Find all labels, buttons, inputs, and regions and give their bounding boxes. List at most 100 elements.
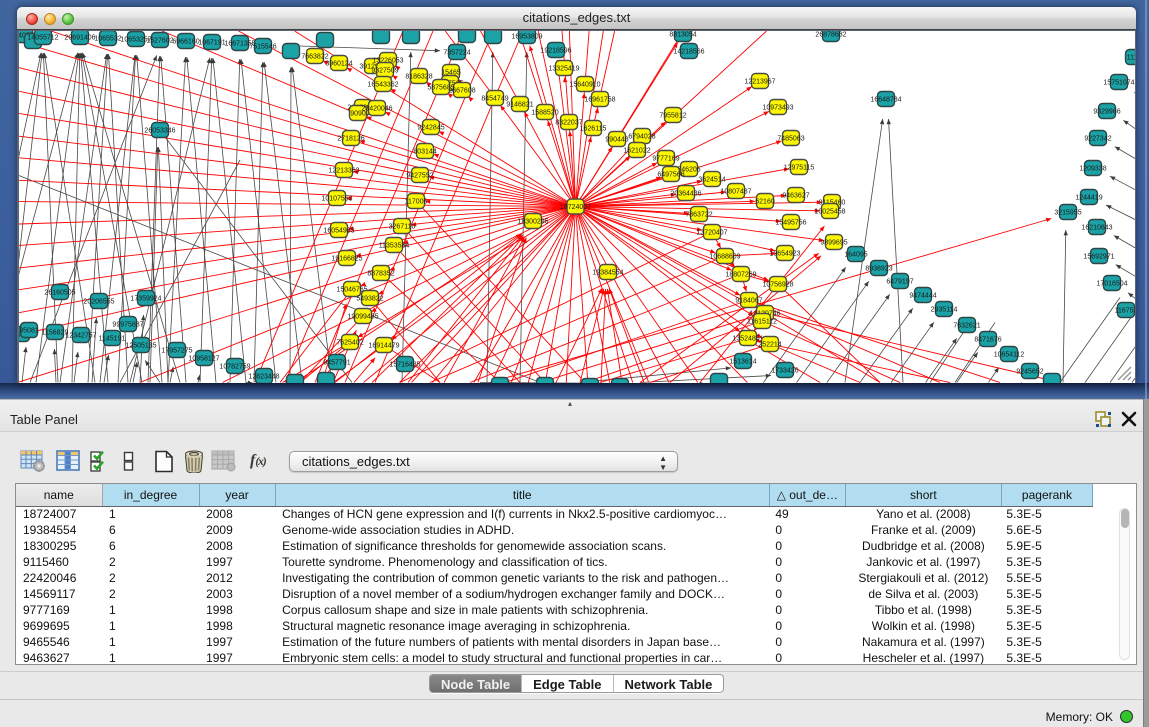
svg-text:16054983: 16054983 (323, 228, 354, 235)
svg-text:1244419: 1244419 (1075, 195, 1102, 202)
svg-text:9463627: 9463627 (782, 193, 809, 200)
svg-text:16914479: 16914479 (368, 343, 399, 350)
svg-text:18724007: 18724007 (560, 204, 591, 211)
svg-text:9146821: 9146821 (506, 102, 533, 109)
svg-text:1112: 1112 (1127, 55, 1135, 62)
svg-text:11615112: 11615112 (747, 319, 777, 326)
svg-text:6966160: 6966160 (172, 39, 199, 46)
svg-text:1626115: 1626115 (580, 126, 607, 133)
svg-text:10654112: 10654112 (994, 352, 1025, 359)
svg-text:8471676: 8471676 (974, 337, 1001, 344)
svg-text:13720407: 13720407 (696, 230, 727, 237)
svg-text:8938923: 8938923 (865, 266, 892, 273)
svg-text:12342757: 12342757 (65, 333, 96, 340)
svg-text:1733426: 1733426 (771, 368, 798, 375)
svg-text:7955812: 7955812 (659, 113, 686, 120)
svg-text:19384554: 19384554 (592, 270, 623, 277)
svg-text:99975887: 99975887 (112, 322, 143, 329)
svg-text:1513614: 1513614 (729, 359, 756, 366)
svg-text:1067191: 1067191 (198, 40, 225, 47)
svg-text:8322037: 8322037 (555, 120, 582, 127)
svg-text:15495756: 15495756 (775, 220, 806, 227)
svg-text:7625402: 7625402 (336, 340, 363, 347)
svg-text:9242845: 9242845 (417, 125, 444, 132)
svg-text:20691406: 20691406 (64, 35, 95, 42)
svg-text:12823448: 12823448 (248, 374, 279, 381)
svg-text:16648784: 16648784 (870, 97, 901, 104)
svg-text:17016504: 17016504 (1096, 281, 1127, 288)
svg-text:10782759: 10782759 (219, 364, 250, 371)
svg-text:95081: 95081 (19, 328, 39, 335)
svg-text:16543362: 16543362 (367, 82, 398, 89)
svg-text:6497568: 6497568 (657, 172, 684, 179)
svg-text:164095: 164095 (844, 252, 867, 259)
svg-text:26160505: 26160505 (44, 290, 75, 297)
svg-text:1527602: 1527602 (146, 38, 173, 45)
svg-text:1065532: 1065532 (94, 36, 121, 43)
svg-text:3215955: 3215955 (1054, 210, 1081, 217)
svg-text:8878352: 8878352 (367, 271, 394, 278)
svg-text:18807269: 18807269 (725, 272, 756, 279)
svg-text:15692971: 15692971 (1083, 254, 1114, 261)
svg-text:9427552: 9427552 (406, 173, 433, 180)
svg-text:803144: 803144 (413, 149, 436, 156)
svg-text:17957275: 17957275 (161, 348, 192, 355)
svg-text:9474444: 9474444 (909, 293, 936, 300)
svg-text:10973493: 10973493 (762, 105, 793, 112)
svg-text:26053346: 26053346 (144, 128, 175, 135)
svg-text:1621022: 1621022 (623, 148, 650, 155)
svg-text:11353584: 11353584 (379, 243, 410, 250)
svg-text:7515546: 7515546 (249, 44, 276, 51)
svg-text:5493822: 5493822 (356, 296, 383, 303)
svg-text:12975115: 12975115 (784, 165, 815, 172)
svg-text:20364436: 20364436 (670, 191, 701, 198)
svg-text:9899695: 9899695 (820, 240, 847, 247)
svg-text:10958127: 10958127 (188, 356, 219, 363)
svg-text:19166825: 19166825 (331, 256, 362, 263)
svg-text:1209338: 1209338 (1079, 166, 1106, 173)
svg-text:3624514: 3624514 (698, 177, 725, 184)
svg-text:7632621: 7632621 (953, 323, 980, 330)
svg-text:1588520: 1588520 (531, 110, 558, 117)
svg-text:990448: 990448 (605, 137, 628, 144)
svg-text:8186328: 8186328 (405, 74, 432, 81)
svg-text:10688609: 10688609 (709, 254, 740, 261)
svg-text:7663822: 7663822 (301, 54, 328, 61)
svg-text:2935114: 2935114 (931, 307, 958, 314)
svg-text:15751074: 15751074 (1103, 80, 1134, 87)
svg-text:7863722: 7863722 (685, 212, 712, 219)
svg-text:16961758: 16961758 (584, 97, 615, 104)
svg-text:7357224: 7357224 (443, 50, 470, 57)
svg-text:14218566: 14218566 (673, 49, 704, 56)
svg-text:10107553: 10107553 (321, 196, 352, 203)
svg-text:10807487: 10807487 (720, 189, 751, 196)
svg-text:20206555: 20206555 (83, 299, 114, 306)
svg-text:9245652: 9245652 (1016, 369, 1043, 376)
svg-text:10756928: 10756928 (762, 282, 793, 289)
svg-text:9329966: 9329966 (1093, 109, 1120, 116)
svg-text:3267110: 3267110 (389, 224, 416, 231)
svg-text:6794028: 6794028 (628, 134, 655, 141)
svg-text:23420046: 23420046 (361, 106, 392, 113)
svg-text:9327509: 9327509 (371, 68, 398, 75)
svg-text:15640910: 15640910 (569, 82, 600, 89)
svg-text:12213967: 12213967 (744, 79, 775, 86)
svg-text:5875685: 5875685 (427, 85, 454, 92)
svg-text:19099485: 19099485 (347, 314, 378, 321)
svg-text:6479197: 6479197 (886, 279, 913, 286)
svg-text:14055712: 14055712 (27, 35, 58, 42)
svg-text:252214: 252214 (758, 342, 781, 349)
svg-text:117006: 117006 (405, 199, 428, 206)
svg-text:9777169: 9777169 (652, 156, 679, 163)
svg-text:19654923: 19654923 (769, 251, 800, 258)
svg-text:10025458: 10025458 (814, 209, 845, 216)
svg-text:8813054: 8813054 (669, 32, 696, 39)
svg-text:16210643: 16210643 (1081, 225, 1112, 232)
svg-text:62160: 62160 (755, 199, 775, 206)
svg-text:12213363: 12213363 (328, 168, 359, 175)
svg-text:9457791: 9457791 (323, 360, 350, 367)
svg-text:9227342: 9227342 (1084, 136, 1111, 143)
svg-text:18300295: 18300295 (517, 219, 548, 226)
svg-text:15716485: 15716485 (389, 362, 420, 369)
svg-text:13325419: 13325419 (548, 66, 579, 73)
